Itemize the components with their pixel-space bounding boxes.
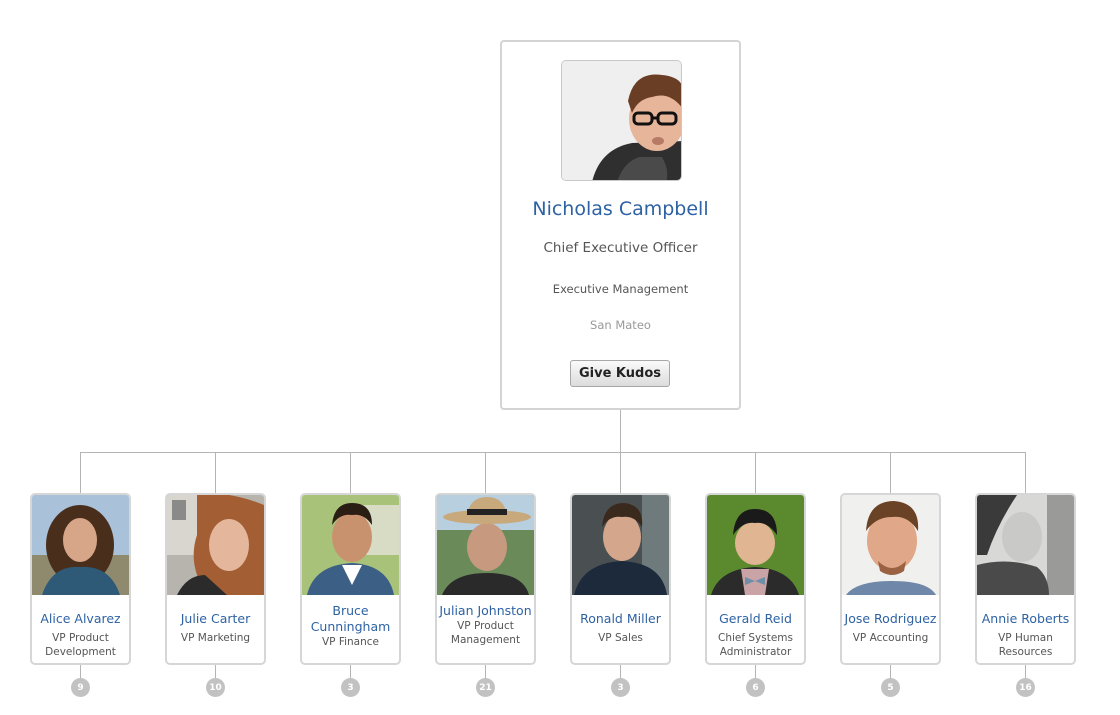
direct-reports-badge[interactable]: 3 bbox=[611, 678, 630, 697]
give-kudos-button[interactable]: Give Kudos bbox=[570, 360, 670, 387]
employee-title: VP Marketing bbox=[180, 632, 251, 644]
employee-info: Bruce Cunningham VP Finance bbox=[302, 595, 399, 663]
person-photo-icon[interactable] bbox=[561, 60, 682, 181]
direct-reports-badge[interactable]: 5 bbox=[881, 678, 900, 697]
person-photo-icon[interactable] bbox=[302, 495, 399, 595]
employee-name[interactable]: Alice Alvarez bbox=[38, 611, 122, 627]
employee-name[interactable]: Jose Rodriguez bbox=[843, 611, 939, 627]
employee-name[interactable]: Julian Johnston bbox=[437, 603, 533, 619]
employee-name[interactable]: Gerald Reid bbox=[717, 611, 794, 627]
employee-card[interactable]: Alice Alvarez VP Product Development bbox=[30, 493, 131, 665]
employee-title: VP Accounting bbox=[852, 632, 929, 644]
employee-card[interactable]: Jose Rodriguez VP Accounting bbox=[840, 493, 941, 665]
person-photo-icon[interactable] bbox=[437, 495, 534, 595]
employee-info: Gerald Reid Chief Systems Administrator bbox=[707, 595, 804, 663]
employee-info: Ronald Miller VP Sales bbox=[572, 595, 669, 663]
employee-name[interactable]: Julie Carter bbox=[179, 611, 252, 627]
employee-card[interactable]: Gerald Reid Chief Systems Administrator bbox=[705, 493, 806, 665]
employee-title: VP Product Management bbox=[450, 620, 521, 646]
person-photo-icon[interactable] bbox=[167, 495, 264, 595]
root-title: Chief Executive Officer bbox=[543, 240, 698, 256]
root-location: San Mateo bbox=[590, 318, 651, 332]
employee-title: VP Human Resources bbox=[998, 632, 1053, 658]
employee-card[interactable]: Bruce Cunningham VP Finance bbox=[300, 493, 401, 665]
person-photo-icon[interactable] bbox=[977, 495, 1074, 595]
direct-reports-badge[interactable]: 21 bbox=[476, 678, 495, 697]
person-photo-icon[interactable] bbox=[32, 495, 129, 595]
direct-reports-badge[interactable]: 3 bbox=[341, 678, 360, 697]
employee-title: VP Finance bbox=[321, 636, 380, 648]
root-name[interactable]: Nicholas Campbell bbox=[502, 198, 739, 220]
employee-info: Jose Rodriguez VP Accounting bbox=[842, 595, 939, 663]
employee-info: Annie Roberts VP Human Resources bbox=[977, 595, 1074, 663]
employee-name[interactable]: Ronald Miller bbox=[578, 611, 663, 627]
person-photo-icon[interactable] bbox=[707, 495, 804, 595]
employee-name[interactable]: Annie Roberts bbox=[980, 611, 1071, 627]
root-employee-card[interactable]: Nicholas Campbell Chief Executive Office… bbox=[500, 40, 741, 410]
direct-reports-badge[interactable]: 16 bbox=[1016, 678, 1035, 697]
employee-title: VP Sales bbox=[598, 632, 643, 644]
employee-info: Julian Johnston VP Product Management bbox=[437, 595, 534, 663]
direct-reports-badge[interactable]: 6 bbox=[746, 678, 765, 697]
employee-card[interactable]: Ronald Miller VP Sales bbox=[570, 493, 671, 665]
employee-title: Chief Systems Administrator bbox=[717, 632, 794, 658]
employee-card[interactable]: Julian Johnston VP Product Management bbox=[435, 493, 536, 665]
employee-card[interactable]: Julie Carter VP Marketing bbox=[165, 493, 266, 665]
employee-info: Alice Alvarez VP Product Development bbox=[32, 595, 129, 663]
direct-reports-badge[interactable]: 10 bbox=[206, 678, 225, 697]
employee-name[interactable]: Bruce Cunningham bbox=[302, 603, 399, 635]
root-department: Executive Management bbox=[552, 282, 689, 296]
person-photo-icon[interactable] bbox=[842, 495, 939, 595]
person-photo-icon[interactable] bbox=[572, 495, 669, 595]
employee-info: Julie Carter VP Marketing bbox=[167, 595, 264, 663]
employee-card[interactable]: Annie Roberts VP Human Resources bbox=[975, 493, 1076, 665]
direct-reports-badge[interactable]: 9 bbox=[71, 678, 90, 697]
employee-title: VP Product Development bbox=[45, 632, 116, 658]
